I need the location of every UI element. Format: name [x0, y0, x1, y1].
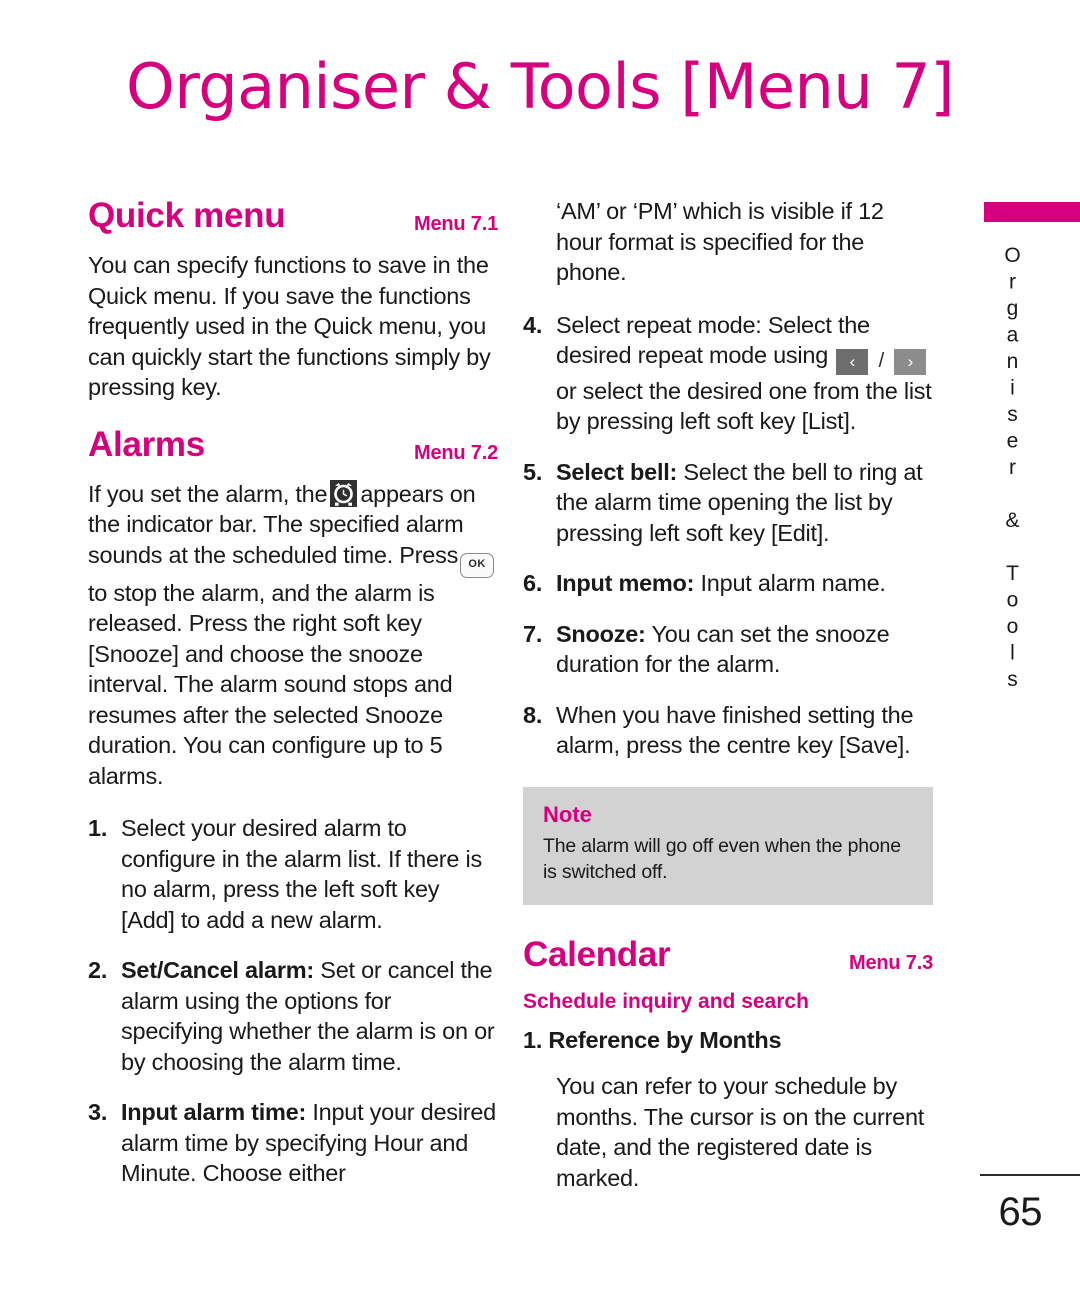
ok-key-icon[interactable]: OK	[460, 552, 495, 578]
left-column: Quick menu Menu 7.1 You can specify func…	[88, 196, 498, 1189]
step-text: Input alarm name.	[700, 570, 886, 596]
quick-menu-title: Quick menu	[88, 196, 286, 235]
step-lead: Select bell:	[556, 458, 678, 485]
alarms-intro: If you set the alarm, the appears on the …	[88, 479, 498, 792]
step-lead: Input memo:	[556, 570, 695, 596]
side-tab: Organiser & Tools	[980, 202, 1080, 695]
repeat-mode-keys[interactable]: ‹ / ›	[836, 345, 927, 376]
step-number: 5.	[523, 458, 543, 485]
step-number: 4.	[523, 311, 543, 338]
section-heading-calendar: Calendar Menu 7.3	[523, 935, 933, 975]
quick-menu-body: You can specify functions to save in the…	[88, 252, 491, 400]
list-item: 1. Select your desired alarm to configure…	[88, 813, 498, 935]
alarms-title: Alarms	[88, 424, 205, 464]
calendar-title: Calendar	[523, 934, 671, 974]
key-separator: /	[868, 348, 895, 375]
page-number: 65	[998, 1190, 1043, 1234]
step-number: 6.	[523, 570, 543, 596]
alarms-number: Menu 7.2	[414, 441, 498, 464]
page-title: Organiser & Tools [Menu 7]	[126, 50, 954, 123]
left-arrow-key-icon[interactable]: ‹	[836, 348, 869, 375]
step-lead: Set/Cancel alarm:	[121, 957, 314, 983]
alarm-steps-left: 1. Select your desired alarm to configure…	[88, 813, 498, 1189]
step-number: 2.	[88, 957, 108, 983]
side-tab-label: Organiser & Tools	[1001, 244, 1024, 695]
alarm-clock-icon	[330, 479, 358, 507]
right-column: ‘AM’ or ‘PM’ which is visible if 12 hour…	[523, 196, 933, 1193]
alarm-steps-right: 4. Select repeat mode: Select the desired…	[523, 310, 933, 761]
alarms-intro-part3: to stop the alarm, and the alarm is rele…	[88, 579, 453, 789]
step-number: 1.	[88, 815, 108, 841]
section-heading-alarms: Alarms Menu 7.2	[88, 425, 498, 465]
step-text-before-keys: Select repeat mode: Select the desired r…	[556, 311, 870, 369]
step-text: When you have finished setting the alarm…	[556, 701, 914, 759]
step-lead: Snooze:	[556, 620, 646, 647]
step-number: 7.	[523, 620, 543, 647]
step-lead: Input alarm time:	[121, 1099, 307, 1125]
note-title: Note	[543, 801, 592, 827]
step-text: Select your desired alarm to configure i…	[121, 815, 482, 933]
list-item: 7. Snooze: You can set the snooze duratio…	[523, 619, 933, 680]
side-tab-bar	[984, 202, 1080, 222]
continuation-paragraph: ‘AM’ or ‘PM’ which is visible if 12 hour…	[556, 198, 884, 285]
section-heading-quick-menu: Quick menu Menu 7.1	[88, 196, 498, 236]
calendar-item-body: You can refer to your schedule by months…	[556, 1073, 925, 1191]
list-item: 6. Input memo: Input alarm name.	[523, 568, 933, 599]
alarms-intro-part1: If you set the alarm, the	[88, 480, 328, 507]
note-box: Note The alarm will go off even when the…	[523, 786, 933, 905]
list-item: 4. Select repeat mode: Select the desired…	[523, 310, 933, 437]
calendar-number: Menu 7.3	[849, 951, 933, 974]
quick-menu-number: Menu 7.1	[414, 213, 498, 235]
right-arrow-key-icon[interactable]: ›	[894, 348, 927, 375]
note-text: The alarm will go off even when the phon…	[543, 834, 901, 883]
list-item: 5. Select bell: Select the bell to ring a…	[523, 457, 933, 549]
list-item: 8. When you have finished setting the ala…	[523, 700, 933, 761]
calendar-sub-head: Schedule inquiry and search	[523, 989, 809, 1013]
calendar-item-title: 1. Reference by Months	[523, 1026, 782, 1053]
step-number: 3.	[88, 1099, 108, 1125]
list-item: 3. Input alarm time: Input your desired a…	[88, 1097, 498, 1189]
footer-rule	[980, 1174, 1080, 1176]
step-number: 8.	[523, 701, 543, 728]
step-text-after-keys: or select the desired one from the list …	[556, 377, 932, 435]
list-item: 2. Set/Cancel alarm: Set or cancel the al…	[88, 955, 498, 1077]
